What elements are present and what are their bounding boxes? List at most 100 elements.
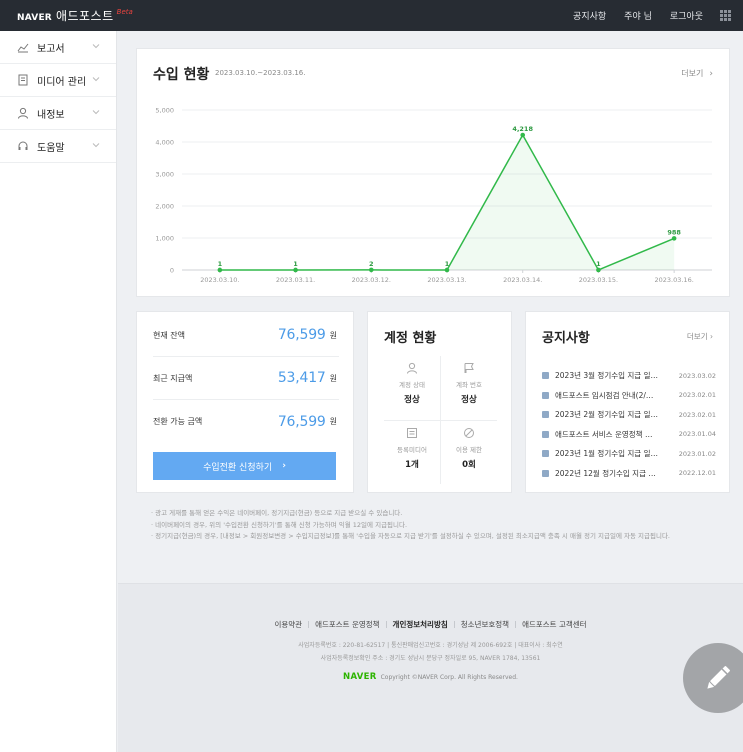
balance-value: 53,417 <box>277 370 326 386</box>
footer-links: 이용약관 애드포스트 운영정책 개인정보처리방침 청소년보호정책 애드포스트 고… <box>118 619 743 630</box>
footer-link-terms[interactable]: 이용약관 <box>268 619 308 630</box>
media-icon <box>407 428 417 438</box>
account-grid: 계정 상태 정상 계좌 번호 정상 등록미디어 1개 이용 제한 0회 <box>384 356 497 484</box>
person-icon <box>407 362 417 374</box>
x-tick-label: 2023.03.11. <box>276 276 315 284</box>
copyright-text: Copyright ©NAVER Corp. All Rights Reserv… <box>380 673 518 681</box>
footer-link-policy[interactable]: 애드포스트 운영정책 <box>309 619 385 630</box>
notice-item[interactable]: 2023년 2월 정기수입 지급 일… 2023.02.01 <box>542 405 716 425</box>
data-point <box>520 132 526 138</box>
notice-item[interactable]: 2023년 1월 정기수입 지급 일… 2023.01.02 <box>542 444 716 464</box>
x-tick-label: 2023.03.10. <box>200 276 239 284</box>
notice-item[interactable]: 2022년 12월 정기수입 지급 … 2022.12.01 <box>542 464 716 484</box>
footer-link-support[interactable]: 애드포스트 고객센터 <box>516 619 592 630</box>
top-link-notice[interactable]: 공지사항 <box>573 9 606 22</box>
series-area <box>219 135 675 270</box>
balance-value: 76,599 <box>277 327 326 343</box>
notice-item[interactable]: 2023년 3월 정기수입 지급 일… 2023.03.02 <box>542 366 716 386</box>
notice-text: 2023년 2월 정기수입 지급 일… <box>555 410 658 420</box>
notice-item[interactable]: 애드포스트 임시점검 안내(2/… 2023.02.01 <box>542 386 716 406</box>
ban-icon <box>464 428 474 438</box>
chevron-down-icon <box>92 143 100 148</box>
footer-link-privacy[interactable]: 개인정보처리방침 <box>387 619 454 630</box>
sidebar-item-label: 보고서 <box>37 43 65 55</box>
notice-date: 2023.01.02 <box>678 449 716 458</box>
footer-copyright: NAVER Copyright ©NAVER Corp. All Rights … <box>118 672 743 682</box>
notice-badge-icon <box>542 430 549 438</box>
y-tick-label: 3,000 <box>155 171 174 179</box>
x-tick-label: 2023.03.14. <box>503 276 542 284</box>
notice-card: 공지사항 더보기 › 2023년 3월 정기수입 지급 일… 2023.03.0… <box>525 311 730 493</box>
balance-card: 현재 잔액 76,599 원 최근 지급액 53,417 원 전환 가능 금액 … <box>136 311 354 493</box>
revenue-card: 0 1,000 2,000 3,000 4,000 5,000 2023.03.10. 202… <box>136 48 730 297</box>
y-tick-label: 5,000 <box>155 107 174 115</box>
top-link-logout[interactable]: 로그아웃 <box>670 9 703 22</box>
account-cell-label: 계좌 번호 <box>456 381 482 389</box>
y-tick-label: 4,000 <box>155 139 174 147</box>
notice-text: 애드포스트 서비스 운영정책 … <box>555 429 653 439</box>
account-cell-value: 정상 <box>404 395 420 405</box>
chevron-down-icon <box>92 44 100 49</box>
data-point <box>671 236 677 241</box>
convert-button-label: 수입전환 신청하기 <box>203 462 273 473</box>
info-notes: · 광고 게재를 통해 얻은 수익은 네이버페이, 정기지급(현금) 등으로 지… <box>151 507 731 542</box>
data-point <box>596 267 601 273</box>
pencil-icon <box>707 666 730 689</box>
chevron-right-icon: › <box>282 461 286 471</box>
data-point <box>217 267 223 273</box>
notice-list: 2023년 3월 정기수입 지급 일… 2023.03.02 애드포스트 임시점… <box>542 366 716 483</box>
data-label: 988 <box>667 228 681 236</box>
revenue-title: 수입 현황 <box>153 67 210 83</box>
sidebar-item-media[interactable]: 미디어 관리 <box>0 64 116 97</box>
x-tick-label: 2023.03.15. <box>579 276 618 284</box>
footer-address-info: 사업자등록정보확인 주소 : 경기도 성남시 분당구 정자일로 95, NAVE… <box>320 655 541 662</box>
chevron-down-icon <box>92 77 100 82</box>
account-cell-value: 0회 <box>462 460 476 470</box>
sidebar-item-report[interactable]: 보고서 <box>0 31 116 64</box>
sidebar-item-help[interactable]: 도움말 <box>0 130 116 163</box>
footer-link-youth[interactable]: 청소년보호정책 <box>455 619 515 630</box>
data-label: 1 <box>218 260 223 268</box>
app-grid-icon[interactable] <box>720 10 731 21</box>
sidebar-item-label: 내정보 <box>37 109 65 121</box>
balance-row-recent: 최근 지급액 53,417 원 <box>153 357 339 400</box>
account-cell-media: 등록미디어 1개 <box>384 421 440 485</box>
brand-logo[interactable]: NAVER 애드포스트 Beta <box>17 7 133 24</box>
balance-value: 76,599 <box>277 413 326 430</box>
series-line <box>219 133 675 271</box>
notice-date: 2023.02.01 <box>678 410 716 419</box>
notice-date: 2023.03.02 <box>678 371 716 380</box>
footer-company-info: 사업자등록번호 : 220-81-62517 | 통신판매업신고번호 : 경기성… <box>298 642 563 649</box>
top-bar: NAVER 애드포스트 Beta 공지사항 주야 님 로그아웃 <box>0 0 743 31</box>
chevron-right-icon: › <box>709 68 713 79</box>
data-label: 4,218 <box>512 125 533 133</box>
balance-row-convertible: 전환 가능 금액 76,599 원 <box>153 400 339 443</box>
more-label: 더보기 <box>686 332 708 341</box>
revenue-more-link[interactable]: 더보기 › <box>681 68 713 79</box>
sidebar-item-myinfo[interactable]: 내정보 <box>0 97 116 130</box>
flag-icon <box>464 363 474 373</box>
footer: 이용약관 애드포스트 운영정책 개인정보처리방침 청소년보호정책 애드포스트 고… <box>118 583 743 752</box>
user-icon <box>17 107 29 119</box>
document-icon <box>17 74 29 86</box>
x-tick-label: 2023.03.12. <box>352 276 391 284</box>
balance-unit: 원 <box>329 373 337 383</box>
notice-more-link[interactable]: 더보기 › <box>687 331 713 342</box>
notice-date: 2023.01.04 <box>678 430 716 439</box>
convert-income-button[interactable]: 수입전환 신청하기 › <box>153 452 336 480</box>
revenue-chart: 0 1,000 2,000 3,000 4,000 5,000 2023.03.10. 202… <box>155 107 712 284</box>
account-cell-bank: 계좌 번호 정상 <box>441 356 497 420</box>
brand-name: 애드포스트 <box>55 9 114 23</box>
top-links: 공지사항 주야 님 로그아웃 <box>555 0 703 31</box>
notice-badge-icon <box>542 391 549 399</box>
chart-line-icon <box>17 41 29 53</box>
y-tick-label: 1,000 <box>155 235 174 243</box>
revenue-date-range: 2023.03.10.~2023.03.16. <box>215 69 306 77</box>
brand-naver: NAVER <box>17 13 52 23</box>
notice-badge-icon <box>542 450 549 458</box>
notice-item[interactable]: 애드포스트 서비스 운영정책 … 2023.01.04 <box>542 425 716 445</box>
balance-label: 현재 잔액 <box>153 330 185 340</box>
top-link-user[interactable]: 주야 님 <box>624 9 652 22</box>
notice-badge-icon <box>542 411 549 419</box>
info-note: · 정기지급(현금)의 경우, [내정보 > 회원정보변경 > 수입지급정보]를… <box>151 532 671 540</box>
